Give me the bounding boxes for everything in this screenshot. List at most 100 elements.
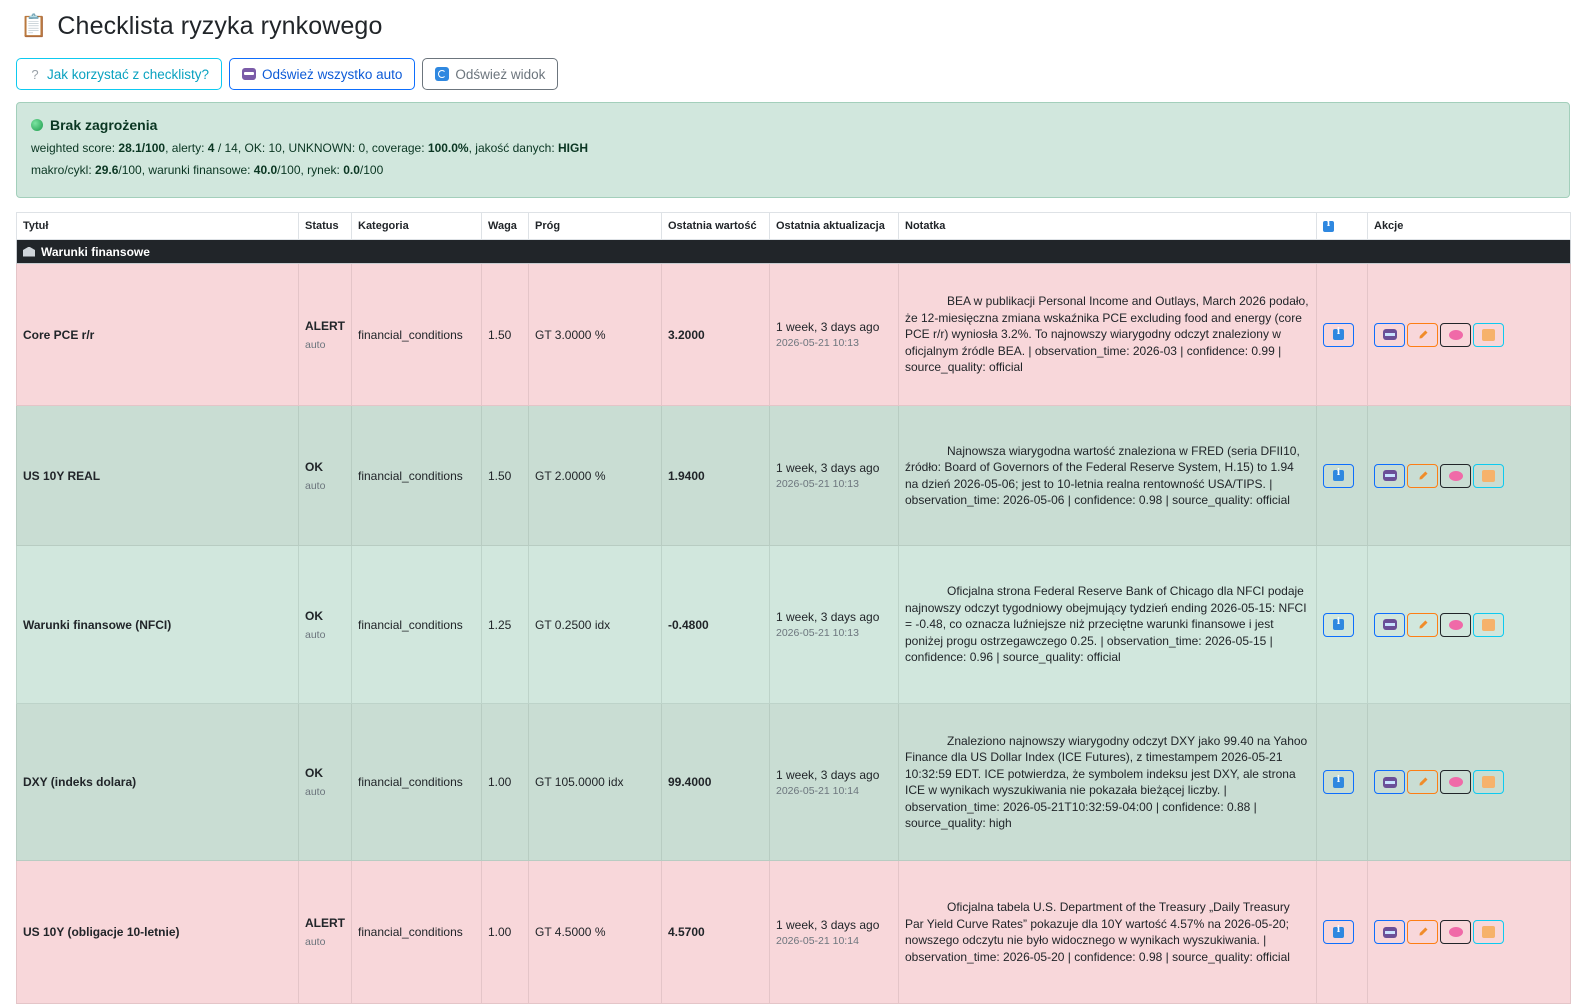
row-category: financial_conditions (351, 263, 482, 406)
update-ago: 1 week, 3 days ago (776, 917, 880, 932)
market-score: 0.0 (343, 163, 360, 177)
status-mode: auto (305, 628, 326, 641)
row-category: financial_conditions (351, 405, 482, 546)
financial-score: 40.0 (253, 163, 278, 177)
row-status: OK auto (298, 703, 352, 861)
row-threshold: GT 105.0000 idx (528, 703, 662, 861)
row-threshold: GT 3.0000 % (528, 263, 662, 406)
row-title: Warunki finansowe (NFCI) (16, 545, 299, 704)
history-button[interactable] (1473, 920, 1504, 944)
col-threshold[interactable]: Próg (528, 212, 662, 240)
status-mode: auto (305, 786, 326, 798)
info-icon (1333, 617, 1344, 630)
col-weight[interactable]: Waga (481, 212, 529, 240)
info-button[interactable] (1323, 322, 1354, 347)
checklist-table: Tytuł Status Kategoria Waga Próg Ostatni… (16, 212, 1571, 1004)
row-weight: 1.50 (481, 405, 529, 546)
row-category: financial_conditions (351, 703, 482, 861)
question-icon: ? (31, 66, 39, 82)
robot-icon (1382, 926, 1397, 938)
robot-icon (1382, 470, 1397, 481)
col-last-value[interactable]: Ostatnia wartość (661, 212, 770, 240)
status-mode: auto (305, 479, 326, 492)
note-text: Oficjalna strona Federal Reserve Bank of… (905, 584, 1307, 665)
history-button[interactable] (1473, 463, 1504, 488)
row-status: OK auto (298, 545, 352, 704)
ai-analysis-button[interactable] (1440, 770, 1471, 794)
row-info (1316, 405, 1368, 546)
row-title: US 10Y (obligacje 10-letnie) (16, 860, 299, 1004)
group-label: Warunki finansowe (16, 239, 1571, 264)
col-status[interactable]: Status (298, 212, 352, 240)
pencil-icon (1415, 775, 1429, 789)
info-button[interactable] (1323, 770, 1354, 794)
col-actions: Akcje (1367, 212, 1571, 240)
row-note: Najnowsza wiarygodna wartość znaleziona … (898, 405, 1317, 546)
auto-refresh-row-button[interactable] (1374, 612, 1405, 637)
auto-refresh-row-button[interactable] (1374, 322, 1405, 347)
row-title: DXY (indeks dolara) (16, 703, 299, 861)
page-header: 📋 Checklista ryzyka rynkowego (16, 0, 1570, 50)
status-title: Brak zagrożenia (31, 117, 1555, 133)
info-button[interactable] (1323, 612, 1354, 637)
refresh-view-button[interactable]: Odśwież widok (422, 58, 559, 90)
status-text: /100 (359, 163, 384, 177)
row-last-update: 1 week, 3 days ago 2026-05-21 10:14 (769, 703, 899, 861)
col-title[interactable]: Tytuł (16, 212, 299, 240)
row-status: OK auto (298, 405, 352, 546)
auto-refresh-row-button[interactable] (1374, 920, 1405, 944)
status-value: OK (305, 766, 323, 780)
row-weight: 1.00 (481, 860, 529, 1004)
history-button[interactable] (1473, 770, 1504, 794)
refresh-all-auto-button[interactable]: Odśwież wszystko auto (229, 58, 416, 90)
info-button[interactable] (1323, 463, 1354, 488)
table-row: DXY (indeks dolara) OK auto financial_condi… (16, 703, 1571, 861)
table-row: Core PCE r/r ALERT auto financial_condition… (16, 263, 1571, 406)
row-last-update: 1 week, 3 days ago 2026-05-21 10:13 (769, 263, 899, 406)
edit-button[interactable] (1407, 612, 1438, 637)
col-category[interactable]: Kategoria (351, 212, 482, 240)
refresh-view-label: Odśwież widok (455, 66, 546, 82)
info-icon (1333, 468, 1344, 481)
status-value: ALERT (305, 318, 345, 333)
edit-button[interactable] (1407, 322, 1438, 347)
help-button[interactable]: ? Jak korzystać z checklisty? (16, 58, 223, 90)
status-value: ALERT (305, 916, 345, 930)
col-note[interactable]: Notatka (898, 212, 1317, 240)
row-title: US 10Y REAL (16, 405, 299, 546)
scroll-icon (1482, 328, 1495, 341)
robot-icon (242, 68, 257, 80)
scroll-icon (1482, 776, 1495, 788)
row-actions (1367, 263, 1571, 406)
row-info (1316, 703, 1368, 861)
update-ago: 1 week, 3 days ago (776, 610, 880, 624)
note-text: Oficjalna tabela U.S. Department of the … (905, 900, 1290, 964)
row-actions (1367, 860, 1571, 1004)
history-button[interactable] (1473, 612, 1504, 637)
row-note: Znaleziono najnowszy wiarygodny odczyt D… (898, 703, 1317, 861)
info-icon (1323, 219, 1334, 232)
row-status: ALERT auto (298, 860, 352, 1004)
status-text: /100, rynek: (277, 163, 344, 177)
ai-analysis-button[interactable] (1440, 322, 1471, 347)
info-icon (1333, 925, 1344, 938)
brain-icon (1448, 927, 1463, 937)
note-text: Znaleziono najnowszy wiarygodny odczyt D… (905, 733, 1308, 831)
ai-analysis-button[interactable] (1440, 920, 1471, 944)
info-button[interactable] (1323, 920, 1354, 944)
edit-button[interactable] (1407, 463, 1438, 488)
edit-button[interactable] (1407, 920, 1438, 944)
auto-refresh-row-button[interactable] (1374, 770, 1405, 794)
history-button[interactable] (1473, 322, 1504, 347)
row-last-update: 1 week, 3 days ago 2026-05-21 10:14 (769, 860, 899, 1004)
col-last-update[interactable]: Ostatnia aktualizacja (769, 212, 899, 240)
row-weight: 1.50 (481, 263, 529, 406)
auto-refresh-row-button[interactable] (1374, 463, 1405, 488)
ai-analysis-button[interactable] (1440, 612, 1471, 637)
pencil-icon (1415, 327, 1429, 341)
edit-button[interactable] (1407, 770, 1438, 794)
pencil-icon (1415, 925, 1429, 939)
status-value: OK (305, 459, 323, 474)
ai-analysis-button[interactable] (1440, 463, 1471, 488)
row-last-value: 4.5700 (661, 860, 770, 1004)
